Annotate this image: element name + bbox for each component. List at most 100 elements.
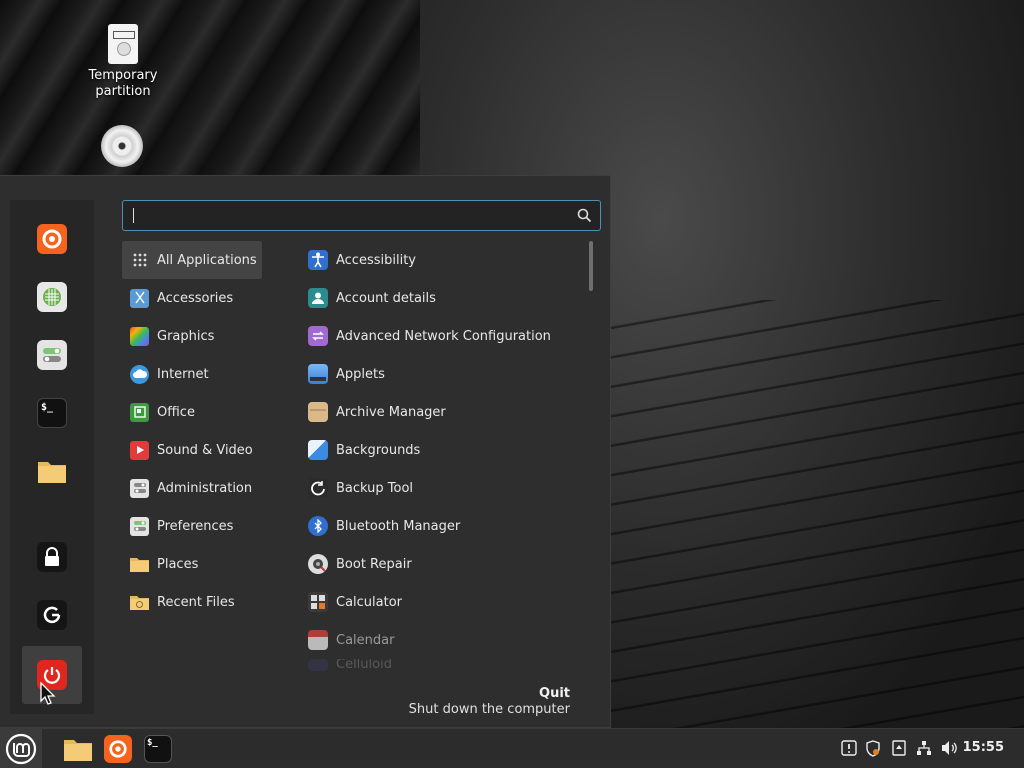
category-label: All Applications (157, 252, 257, 268)
app-label: Archive Manager (336, 404, 446, 420)
favorite-lock-screen[interactable] (22, 528, 82, 586)
favorites-sidebar: $_ (10, 200, 94, 714)
linux-mint-logo-icon (5, 733, 37, 765)
app-advanced-network-configuration[interactable]: Advanced Network Configuration (300, 317, 584, 355)
category-preferences[interactable]: Preferences (122, 507, 262, 545)
scissors-icon (130, 288, 149, 308)
taskbar-files[interactable] (62, 733, 94, 765)
folder-icon (130, 555, 149, 574)
taskbar-firefox[interactable] (102, 733, 134, 765)
tray-update-manager[interactable] (840, 739, 858, 757)
app-accessibility[interactable]: Accessibility (300, 241, 584, 279)
folder-icon (64, 740, 92, 761)
app-list-scrollbar[interactable] (588, 241, 594, 686)
network-icon (917, 741, 931, 755)
archive-icon (308, 402, 328, 422)
desktop-icon-temporary-partition[interactable]: Temporary partition (78, 24, 168, 100)
app-calendar[interactable]: Calendar (300, 621, 584, 659)
category-internet[interactable]: Internet (122, 355, 262, 393)
category-office[interactable]: Office (122, 393, 262, 431)
terminal-icon: $_ (144, 735, 172, 763)
network-config-icon (308, 326, 328, 346)
menu-button[interactable] (0, 729, 42, 768)
sd-card-icon (108, 24, 138, 64)
play-icon (130, 440, 149, 460)
app-label: Advanced Network Configuration (336, 328, 551, 344)
volume-icon (942, 741, 957, 755)
account-icon (308, 288, 328, 308)
hover-description: Quit Shut down the computer (409, 686, 570, 718)
scrollbar-thumb[interactable] (589, 241, 593, 291)
logout-icon (37, 600, 67, 630)
category-label: Places (157, 556, 199, 572)
app-label: Bluetooth Manager (336, 518, 461, 534)
clock[interactable]: 15:55 (963, 740, 1004, 755)
preferences-icon (130, 516, 149, 536)
category-label: Accessories (157, 290, 234, 306)
app-label: Applets (336, 366, 385, 382)
cloud-icon (130, 364, 149, 384)
mouse-cursor-icon (40, 682, 56, 705)
search-icon[interactable] (577, 208, 592, 223)
app-bluetooth-manager[interactable]: Bluetooth Manager (300, 507, 584, 545)
firefox-icon (104, 735, 132, 763)
taskbar: $_ 15:55 (0, 728, 1024, 768)
app-label: Calculator (336, 594, 403, 610)
app-label: Account details (336, 290, 436, 306)
category-all-applications[interactable]: All Applications (122, 241, 262, 279)
backup-icon (308, 478, 328, 498)
terminal-icon: $_ (37, 398, 67, 428)
category-label: Graphics (157, 328, 215, 344)
app-applets[interactable]: Applets (300, 355, 584, 393)
category-graphics[interactable]: Graphics (122, 317, 262, 355)
category-administration[interactable]: Administration (122, 469, 262, 507)
app-boot-repair[interactable]: Boot Repair (300, 545, 584, 583)
tray-network[interactable] (915, 739, 933, 757)
desktop-icon-disc[interactable] (77, 125, 167, 169)
favorite-firefox[interactable] (22, 210, 82, 268)
category-accessories[interactable]: Accessories (122, 279, 262, 317)
category-label: Office (157, 404, 195, 420)
optical-disc-icon (101, 125, 143, 167)
app-backgrounds[interactable]: Backgrounds (300, 431, 584, 469)
category-places[interactable]: Places (122, 545, 262, 583)
favorite-system-settings[interactable] (22, 326, 82, 384)
category-sound-video[interactable]: Sound & Video (122, 431, 262, 469)
settings-toggle-icon (37, 340, 67, 370)
administration-icon (130, 478, 149, 498)
app-celluloid[interactable]: Celluloid (300, 659, 584, 679)
desktop-icon-label: Temporary partition (88, 68, 158, 99)
search-input[interactable] (131, 205, 561, 227)
taskbar-terminal[interactable]: $_ (142, 733, 174, 765)
folder-icon (37, 456, 67, 486)
bluetooth-icon (308, 516, 328, 536)
app-account-details[interactable]: Account details (300, 279, 584, 317)
office-icon (130, 402, 149, 422)
search-box[interactable] (122, 200, 601, 231)
category-label: Administration (157, 480, 253, 496)
calendar-icon (308, 630, 328, 650)
tray-volume[interactable] (941, 739, 959, 757)
category-recent-files[interactable]: Recent Files (122, 583, 262, 621)
boot-repair-icon (308, 554, 328, 574)
app-backup-tool[interactable]: Backup Tool (300, 469, 584, 507)
notes-icon (892, 740, 906, 756)
favorite-terminal[interactable]: $_ (22, 384, 82, 442)
recent-folder-icon (130, 593, 149, 612)
firefox-icon (37, 224, 67, 254)
software-manager-icon (37, 282, 67, 312)
app-calculator[interactable]: Calculator (300, 583, 584, 621)
favorite-software-manager[interactable] (22, 268, 82, 326)
favorite-logout[interactable] (22, 586, 82, 644)
favorite-files[interactable] (22, 442, 82, 500)
category-label: Sound & Video (157, 442, 253, 458)
applets-icon (308, 364, 328, 384)
category-label: Preferences (157, 518, 234, 534)
app-archive-manager[interactable]: Archive Manager (300, 393, 584, 431)
backgrounds-icon (308, 440, 328, 460)
category-label: Internet (157, 366, 209, 382)
grid-icon (130, 251, 149, 270)
tray-shield[interactable] (864, 739, 882, 757)
category-list: All Applications Accessories Graphics In… (122, 241, 262, 621)
tray-notes[interactable] (890, 739, 908, 757)
